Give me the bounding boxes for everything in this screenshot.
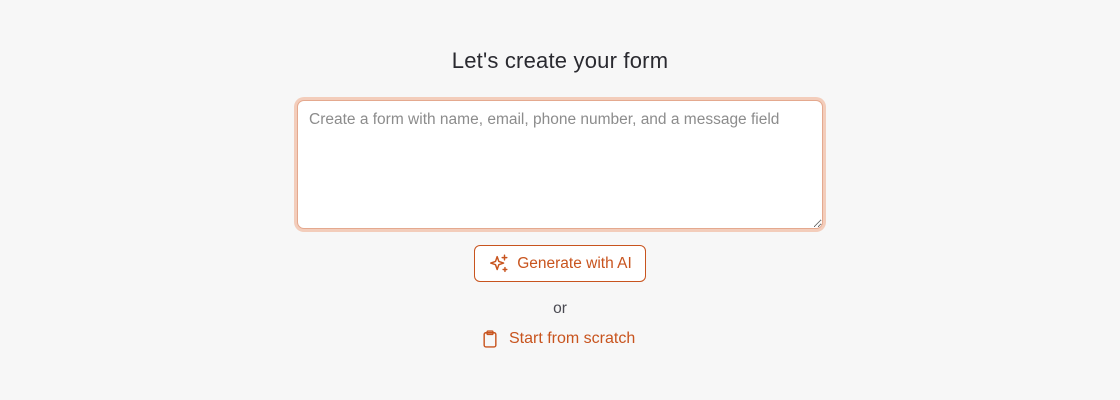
clipboard-icon [480, 329, 500, 349]
start-from-scratch-label: Start from scratch [509, 330, 636, 347]
start-from-scratch-link[interactable]: Start from scratch [480, 327, 635, 351]
prompt-focus-ring [294, 97, 826, 232]
generate-button-label: Generate with AI [517, 254, 632, 272]
or-separator: or [553, 300, 567, 317]
form-prompt-input[interactable] [297, 100, 823, 229]
sparkles-icon [488, 253, 510, 275]
page-title: Let's create your form [451, 48, 669, 73]
create-form-page: Let's create your form Generate with AI … [0, 0, 1120, 400]
generate-with-ai-button[interactable]: Generate with AI [474, 245, 646, 282]
